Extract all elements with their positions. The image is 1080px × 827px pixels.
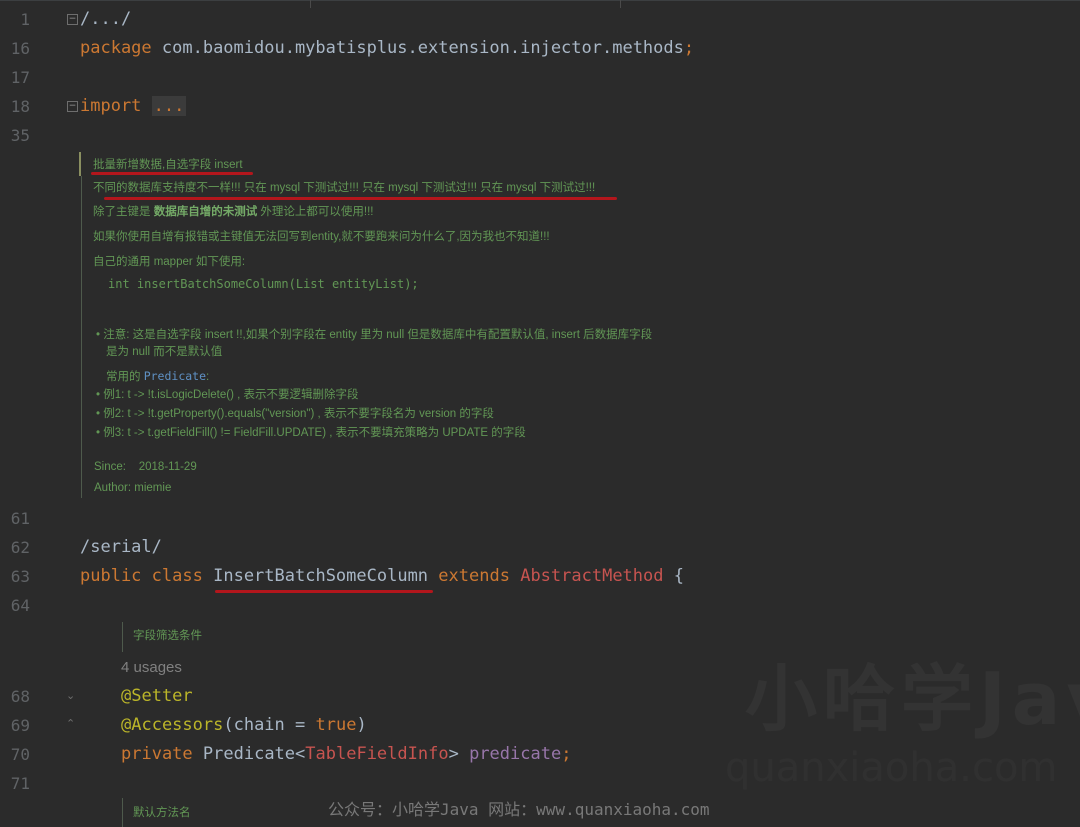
doc-text: 除了主键是	[93, 206, 154, 218]
doc-text: 例3: t -> t.getFieldFill() != FieldFill.U…	[103, 427, 526, 439]
watermark-footer: 公众号：小哈学Java 网站：www.quanxiaoha.com	[328, 800, 710, 819]
doc-text: 常用的	[106, 371, 144, 383]
generic-close: >	[448, 744, 459, 764]
fold-toggle-icon[interactable]	[67, 14, 78, 25]
import-line: import ...	[80, 95, 187, 117]
field-doc-bar	[122, 622, 123, 652]
annotation-args: (chain =	[223, 715, 316, 735]
doc-note: • 注意: 这是自选字段 insert !!,如果个别字段在 entity 里为…	[96, 327, 652, 343]
red-underline	[215, 590, 433, 593]
doc-usage-intro: 自己的通用 mapper 如下使用:	[93, 256, 246, 268]
line-number: 63	[10, 567, 30, 586]
tab-divider	[310, 0, 311, 8]
method-doc: 默认方法名	[133, 807, 191, 819]
path-comment: /.../	[80, 9, 132, 29]
super-class-name[interactable]: AbstractMethod	[520, 566, 663, 586]
doc-text: 注意: 这是自选字段 insert !!,如果个别字段在 entity 里为 n…	[103, 329, 653, 341]
line-number: 35	[10, 126, 30, 145]
doc-code-sample: int insertBatchSomeColumn(List entityLis…	[108, 276, 419, 293]
doc-autoincrement-note: 如果你使用自增有报错或主键值无法回写到entity,就不要跑来问为什么了,因为我…	[93, 231, 550, 243]
fold-end-icon[interactable]: ⌄	[66, 690, 75, 701]
setter-annotation-line: @Setter	[121, 685, 193, 707]
accessors-annotation-line: @Accessors(chain = true)	[121, 714, 367, 736]
line-number: 17	[10, 68, 30, 87]
doc-text: 例2: t -> !t.getProperty().equals("versio…	[103, 408, 494, 420]
bullet: •	[96, 389, 101, 401]
editor-top-border	[0, 0, 1080, 1]
watermark-site-text: quanxiaoha.com	[725, 745, 1057, 791]
since-label: Since:	[94, 461, 126, 473]
method-doc-bar	[122, 798, 123, 827]
tab-divider	[620, 0, 621, 8]
usages-hint[interactable]: 4 usages	[121, 659, 182, 676]
since-value: 2018-11-29	[138, 461, 197, 473]
accessors-annotation: @Accessors	[121, 715, 224, 735]
doc-warning: 不同的数据库支持度不一样!!! 只在 mysql 下测试过!!! 只在 mysq…	[93, 182, 596, 194]
doc-summary: 批量新增数据,自选字段 insert	[93, 159, 243, 171]
open-brace: {	[663, 566, 684, 586]
line-number: 18	[10, 97, 30, 116]
package-keyword: package	[80, 38, 152, 58]
line-number: 62	[10, 538, 30, 557]
line-number: 16	[10, 39, 30, 58]
folded-header-comment[interactable]: /.../	[80, 8, 131, 30]
private-keyword: private	[121, 744, 193, 764]
serial-comment-line: /serial/	[80, 536, 162, 558]
watermark-logo-text: 小哈学Java	[745, 640, 1080, 745]
serial-comment: /serial/	[80, 537, 162, 557]
doc-author: Author: miemie	[94, 480, 171, 496]
true-keyword: true	[315, 715, 357, 735]
doc-primary-key: 除了主键是 数据库自增的未测试 外理论上都可以使用!!!	[93, 204, 373, 220]
line-number: 64	[10, 596, 30, 615]
author-label: Author:	[94, 482, 132, 494]
line-number: 68	[10, 687, 30, 706]
line-number: 70	[10, 745, 30, 764]
folded-imports[interactable]: ...	[151, 96, 187, 116]
line-number: 69	[10, 716, 30, 735]
field-name[interactable]: predicate	[469, 744, 561, 764]
doc-selection-bar	[79, 152, 81, 176]
class-declaration: public class InsertBatchSomeColumn exten…	[80, 565, 684, 587]
doc-bold-text: 数据库自增的未测试	[153, 206, 258, 218]
line-number: 1	[20, 10, 30, 29]
bullet: •	[96, 408, 101, 420]
doc-example-3: • 例3: t -> t.getFieldFill() != FieldFill…	[96, 425, 526, 441]
package-line: package com.baomidou.mybatisplus.extensi…	[80, 37, 694, 59]
doc-gutter-bar	[81, 176, 82, 498]
semicolon: ;	[561, 744, 572, 764]
annotation-args-close: )	[356, 715, 367, 735]
generic-open: <	[295, 744, 306, 764]
class-name[interactable]: InsertBatchSomeColumn	[213, 566, 428, 586]
field-doc: 字段筛选条件	[133, 630, 202, 642]
red-underline	[104, 197, 617, 200]
line-number: 71	[10, 774, 30, 793]
bullet: •	[96, 427, 101, 439]
author-value: miemie	[134, 482, 172, 494]
doc-example-2: • 例2: t -> !t.getProperty().equals("vers…	[96, 406, 494, 422]
red-underline	[91, 172, 253, 175]
field-declaration: private Predicate<TableFieldInfo> predic…	[121, 743, 571, 765]
class-keyword: class	[151, 566, 203, 586]
bullet: •	[96, 329, 101, 341]
package-name: com.baomidou.mybatisplus.extension.injec…	[151, 38, 684, 58]
setter-annotation: @Setter	[121, 686, 193, 706]
doc-text: :	[206, 371, 210, 383]
field-type[interactable]: Predicate	[203, 744, 295, 764]
predicate-link[interactable]: Predicate	[144, 369, 206, 383]
semicolon: ;	[683, 38, 695, 58]
doc-code-text: int insertBatchSomeColumn(List entityLis…	[108, 277, 419, 291]
doc-common-predicates: 常用的 Predicate:	[106, 368, 209, 385]
import-keyword: import	[80, 96, 142, 116]
doc-since: Since: 2018-11-29	[94, 459, 197, 475]
doc-example-1: • 例1: t -> !t.isLogicDelete() , 表示不要逻辑删除…	[96, 387, 359, 403]
doc-text: 外理论上都可以使用!!!	[257, 206, 374, 218]
generic-type[interactable]: TableFieldInfo	[305, 744, 448, 764]
extends-keyword: extends	[438, 566, 510, 586]
doc-note-cont: 是为 null 而不是默认值	[106, 346, 223, 358]
line-number: 61	[10, 509, 30, 528]
fold-start-icon[interactable]: ⌃	[66, 718, 75, 729]
doc-text: 例1: t -> !t.isLogicDelete() , 表示不要逻辑删除字段	[103, 389, 359, 401]
fold-toggle-icon[interactable]	[67, 101, 78, 112]
public-keyword: public	[80, 566, 142, 586]
